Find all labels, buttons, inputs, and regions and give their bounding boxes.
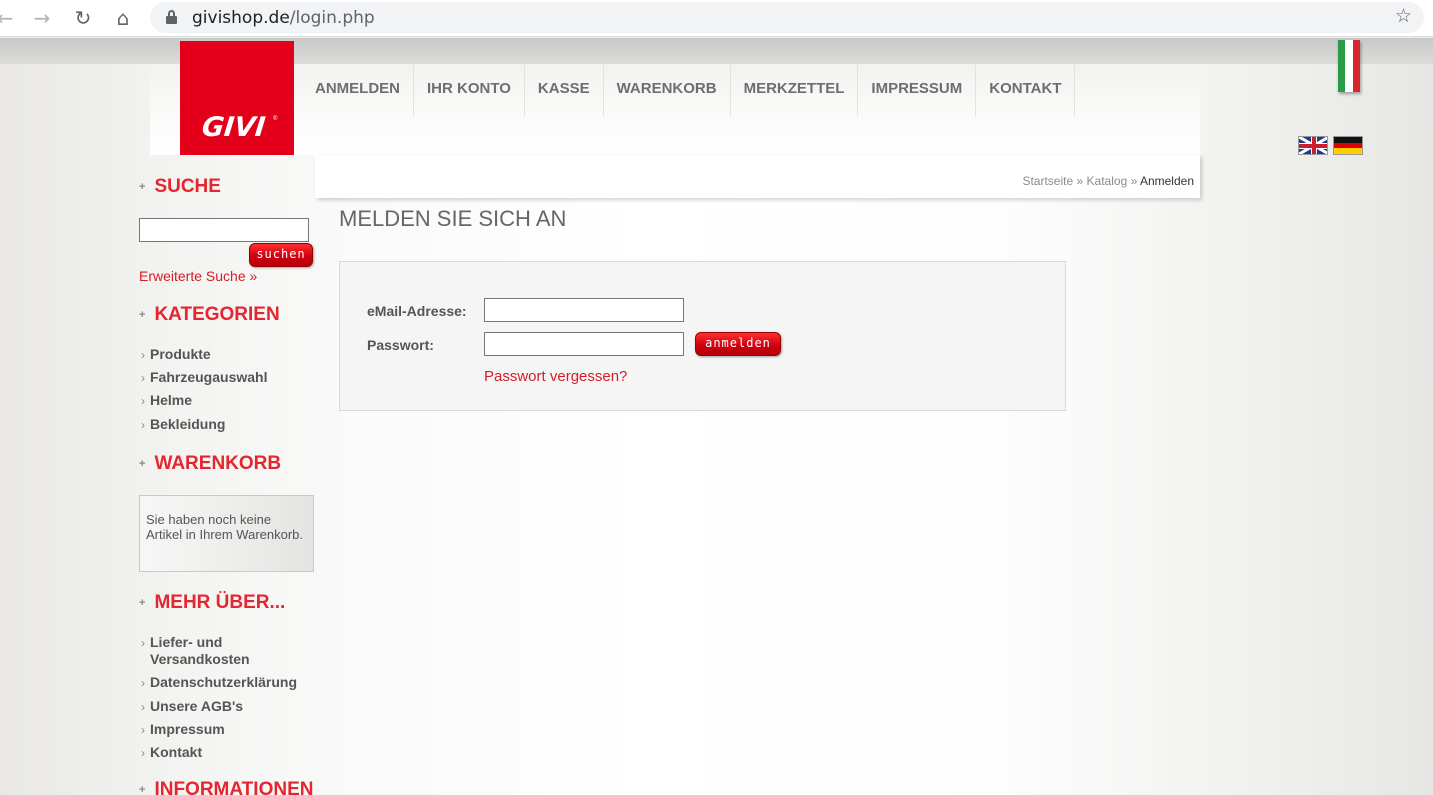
breadcrumb-katalog[interactable]: Katalog <box>1087 174 1128 188</box>
info-link-kontakt[interactable]: › Kontakt <box>141 744 202 762</box>
plus-icon: + <box>139 309 146 321</box>
sidebar-heading-suche: + SUCHE <box>139 176 221 198</box>
plus-icon: + <box>139 597 146 609</box>
back-icon[interactable]: ← <box>0 5 18 31</box>
browser-toolbar: ← → ↻ ⌂ givishop.de/login.php ☆ <box>0 0 1433 37</box>
plus-icon: + <box>139 181 146 193</box>
category-link-label: Produkte <box>150 346 211 362</box>
chevron-right-icon: › <box>141 676 145 690</box>
info-link-impressum[interactable]: › Impressum <box>141 721 225 739</box>
breadcrumb-separator: » <box>1130 174 1138 188</box>
menu-item-kontakt[interactable]: KONTAKT <box>976 64 1076 116</box>
chevron-right-icon: › <box>141 636 145 650</box>
menu-item-kasse[interactable]: KASSE <box>525 64 604 116</box>
sidebar-heading-warenkorb: + WARENKORB <box>139 453 281 475</box>
info-link-label: Kontakt <box>150 744 203 760</box>
chevron-right-icon: › <box>141 394 145 408</box>
givi-logo[interactable]: GIVI ® <box>180 41 294 155</box>
bookmark-star-icon[interactable]: ☆ <box>1395 5 1412 27</box>
menu-item-anmelden[interactable]: ANMELDEN <box>302 64 414 116</box>
menu-item-warenkorb[interactable]: WARENKORB <box>604 64 731 116</box>
chevron-right-icon: › <box>141 700 145 714</box>
sidebar-heading-informationen: + INFORMATIONEN <box>139 779 313 795</box>
info-link-agb[interactable]: › Unsere AGB's <box>141 698 243 716</box>
password-field[interactable] <box>484 332 684 356</box>
breadcrumb-bar: Startseite » Katalog » Anmelden <box>315 155 1200 198</box>
advanced-search-link[interactable]: Erweiterte Suche » <box>139 268 257 284</box>
category-link-label: Fahrzeugauswahl <box>150 369 268 385</box>
main-menu: ANMELDEN IHR KONTO KASSE WARENKORB MERKZ… <box>302 64 1076 116</box>
forward-icon[interactable]: → <box>29 5 55 31</box>
email-field[interactable] <box>484 298 684 322</box>
category-link-produkte[interactable]: › Produkte <box>141 346 211 364</box>
sidebar-heading-text: WARENKORB <box>154 453 282 474</box>
breadcrumb: Startseite » Katalog » Anmelden <box>1022 174 1194 188</box>
category-link-helme[interactable]: › Helme <box>141 392 192 410</box>
plus-icon: + <box>139 784 146 795</box>
reload-icon[interactable]: ↻ <box>70 5 96 31</box>
info-link-label: Unsere AGB's <box>150 698 244 714</box>
address-bar[interactable]: givishop.de/login.php ☆ <box>150 2 1424 33</box>
category-link-bekleidung[interactable]: › Bekleidung <box>141 416 225 434</box>
chevron-right-icon: › <box>141 723 145 737</box>
breadcrumb-anmelden: Anmelden <box>1139 174 1194 188</box>
sidebar-heading-text: SUCHE <box>154 176 221 197</box>
italian-flag-icon[interactable] <box>1338 40 1360 92</box>
uk-flag-icon[interactable] <box>1298 136 1328 155</box>
logo-text: GIVI <box>200 112 267 143</box>
cart-empty-box: Sie haben noch keine Artikel in Ihrem Wa… <box>139 495 314 572</box>
login-form: eMail-Adresse: Passwort: anmelden Passwo… <box>339 261 1066 411</box>
sidebar-heading-mehr-ueber: + MEHR ÜBER... <box>139 592 285 614</box>
info-link-label: Liefer- und Versandkosten <box>150 634 250 667</box>
cart-empty-text: Sie haben noch keine Artikel in Ihrem Wa… <box>146 512 304 542</box>
menu-item-impressum[interactable]: IMPRESSUM <box>858 64 977 116</box>
sidebar-heading-text: INFORMATIONEN <box>154 779 314 795</box>
german-flag-icon[interactable] <box>1333 136 1363 155</box>
logo-registered-mark: ® <box>273 116 278 122</box>
email-label: eMail-Adresse: <box>367 303 467 319</box>
breadcrumb-startseite[interactable]: Startseite <box>1022 174 1073 188</box>
chevron-right-icon: › <box>141 348 145 362</box>
site-page: GIVI ® ANMELDEN IHR KONTO KASSE WARENKOR… <box>0 38 1433 795</box>
info-link-label: Impressum <box>150 721 225 737</box>
category-link-label: Helme <box>150 392 193 408</box>
category-link-fahrzeugauswahl[interactable]: › Fahrzeugauswahl <box>141 369 267 387</box>
plus-icon: + <box>139 458 146 470</box>
url-text[interactable]: givishop.de/login.php <box>192 8 375 28</box>
page-title: MELDEN SIE SICH AN <box>339 206 567 231</box>
breadcrumb-separator: » <box>1076 174 1084 188</box>
info-link-datenschutz[interactable]: › Datenschutzerklärung <box>141 674 297 692</box>
chevron-right-icon: › <box>141 746 145 760</box>
login-button[interactable]: anmelden <box>695 332 781 356</box>
chevron-right-icon: › <box>141 418 145 432</box>
category-link-label: Bekleidung <box>150 416 226 432</box>
search-input[interactable] <box>139 218 309 242</box>
info-link-versandkosten[interactable]: › Liefer- und Versandkosten <box>141 634 270 668</box>
search-button[interactable]: suchen <box>249 243 313 267</box>
lock-icon[interactable] <box>166 10 177 24</box>
sidebar-heading-kategorien: + KATEGORIEN <box>139 304 280 326</box>
chevron-right-icon: › <box>141 371 145 385</box>
home-icon[interactable]: ⌂ <box>110 5 136 31</box>
info-link-label: Datenschutzerklärung <box>150 674 298 690</box>
sidebar-heading-text: KATEGORIEN <box>154 304 280 325</box>
sidebar-heading-text: MEHR ÜBER... <box>154 592 286 613</box>
menu-item-merkzettel[interactable]: MERKZETTEL <box>731 64 859 116</box>
menu-item-ihr-konto[interactable]: IHR KONTO <box>414 64 525 116</box>
forgot-password-link[interactable]: Passwort vergessen? <box>484 368 627 385</box>
password-label: Passwort: <box>367 337 434 353</box>
